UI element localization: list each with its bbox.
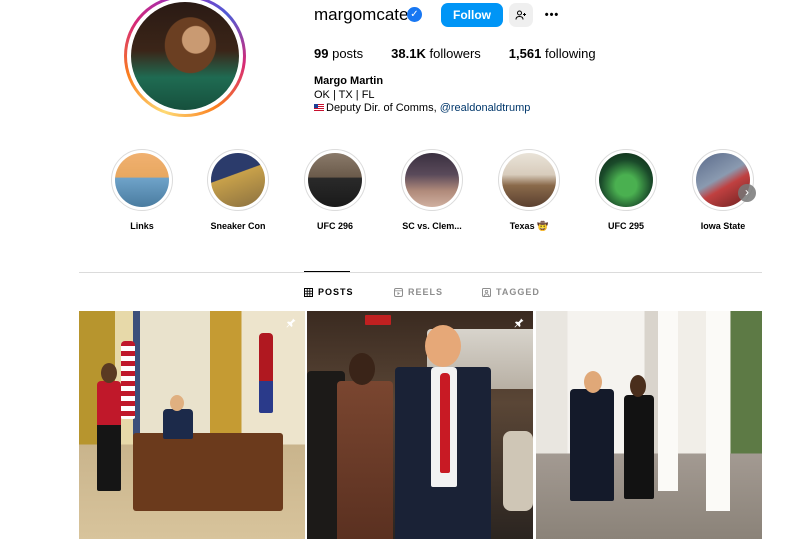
post-scene-head (630, 375, 646, 397)
highlight-label: Texas 🤠 (509, 221, 549, 231)
reels-icon (394, 287, 403, 297)
post-scene-head (101, 363, 117, 383)
post-thumbnail[interactable] (536, 311, 762, 539)
follow-button[interactable]: Follow (441, 3, 503, 27)
followers-count-value: 38.1K (391, 46, 426, 61)
profile-bio: Margo Martin OK | TX | FL Deputy Dir. of… (314, 75, 530, 116)
post-scene-head (425, 325, 461, 367)
post-scene-head (349, 353, 375, 385)
following-count-label: following (544, 46, 596, 61)
tabs-divider (79, 272, 762, 273)
post-scene-seat (503, 431, 533, 511)
highlight-label: Iowa State (700, 221, 746, 231)
post-scene-column (658, 311, 678, 491)
highlight-ring (498, 149, 560, 211)
post-scene-flag (259, 333, 273, 413)
bio-title-line: Deputy Dir. of Comms, @realdonaldtrump (314, 102, 530, 116)
highlight-cover (599, 153, 653, 207)
post-scene-head (170, 395, 184, 411)
more-options-icon[interactable]: ••• (541, 3, 563, 27)
following-count[interactable]: 1,561 following (509, 46, 596, 61)
highlight-ring (595, 149, 657, 211)
highlight-cover (502, 153, 556, 207)
tab-reels-label: REELS (408, 287, 444, 297)
tab-tagged[interactable]: TAGGED (482, 287, 540, 297)
highlight-ring (111, 149, 173, 211)
post-thumbnail[interactable] (307, 311, 533, 539)
active-tab-indicator (304, 271, 350, 272)
post-scene-woman-dress (624, 395, 654, 499)
tagged-icon (482, 287, 491, 297)
grid-icon (304, 287, 313, 297)
highlight-cover (211, 153, 265, 207)
posts-count: 99 posts (314, 46, 363, 61)
bio-locations: OK | TX | FL (314, 88, 375, 101)
post-scene-person-seated (163, 409, 193, 439)
highlight-sneaker-con[interactable]: Sneaker Con (206, 149, 270, 231)
highlight-ufc-295[interactable]: UFC 295 (594, 149, 658, 231)
highlight-ufc-296[interactable]: UFC 296 (303, 149, 367, 231)
post-scene-head (584, 371, 602, 393)
highlight-label: UFC 295 (607, 221, 644, 231)
highlight-cover (115, 153, 169, 207)
highlight-ring (207, 149, 269, 211)
highlight-label: Links (130, 221, 154, 231)
post-scene-desk (133, 433, 283, 511)
bio-title: Deputy Dir. of Comms, (326, 102, 440, 114)
tab-posts-label: POSTS (318, 287, 354, 297)
highlight-ring (304, 149, 366, 211)
posts-count-value: 99 (314, 46, 329, 61)
post-scene-exit-sign (365, 315, 391, 325)
posts-count-label: posts (332, 46, 364, 61)
post-scene-woman-coat (337, 381, 393, 539)
post-scene-person-standing (97, 381, 121, 491)
highlight-ring (401, 149, 463, 211)
story-highlights: Links Sneaker Con UFC 296 SC vs. Clem...… (110, 149, 760, 239)
tab-reels[interactable]: REELS (394, 287, 443, 297)
avatar-photo (131, 2, 239, 110)
highlight-cover (308, 153, 362, 207)
highlight-sc-vs-clemson[interactable]: SC vs. Clem... (400, 149, 464, 231)
profile-stats: 99 posts 38.1K followers 1,561 following (314, 46, 624, 61)
post-thumbnail[interactable] (79, 311, 305, 539)
followers-count-label: followers (429, 46, 481, 61)
following-count-value: 1,561 (508, 46, 542, 61)
chevron-right-icon[interactable]: › (738, 184, 756, 202)
avatar-border (127, 0, 243, 114)
highlight-label: SC vs. Clem... (402, 221, 462, 231)
post-scene-red-tie (440, 373, 450, 473)
tab-posts[interactable]: POSTS (304, 287, 354, 297)
highlight-label: Sneaker Con (210, 221, 266, 231)
pin-icon (514, 318, 524, 328)
highlight-texas[interactable]: Texas 🤠 (497, 149, 561, 232)
bio-full-name: Margo Martin (314, 75, 384, 87)
us-flag-icon (314, 104, 324, 111)
profile-username: margomcatee (314, 5, 418, 24)
highlight-cover (405, 153, 459, 207)
post-scene-column (706, 311, 730, 511)
more-options-glyph: ••• (544, 9, 560, 21)
pin-icon (286, 318, 296, 328)
highlight-links[interactable]: Links (110, 149, 174, 231)
verified-badge-icon: ✓ (407, 7, 422, 22)
post-scene-flag (121, 341, 135, 419)
highlight-label: UFC 296 (316, 221, 353, 231)
tab-tagged-label: TAGGED (496, 287, 540, 297)
bio-mention-link[interactable]: @realdonaldtrump (440, 102, 531, 114)
followers-count[interactable]: 38.1K followers (391, 46, 481, 61)
profile-avatar[interactable] (124, 0, 246, 117)
suggested-accounts-button[interactable] (509, 3, 533, 27)
add-person-icon (515, 10, 526, 20)
post-scene-man-coat (570, 389, 614, 501)
